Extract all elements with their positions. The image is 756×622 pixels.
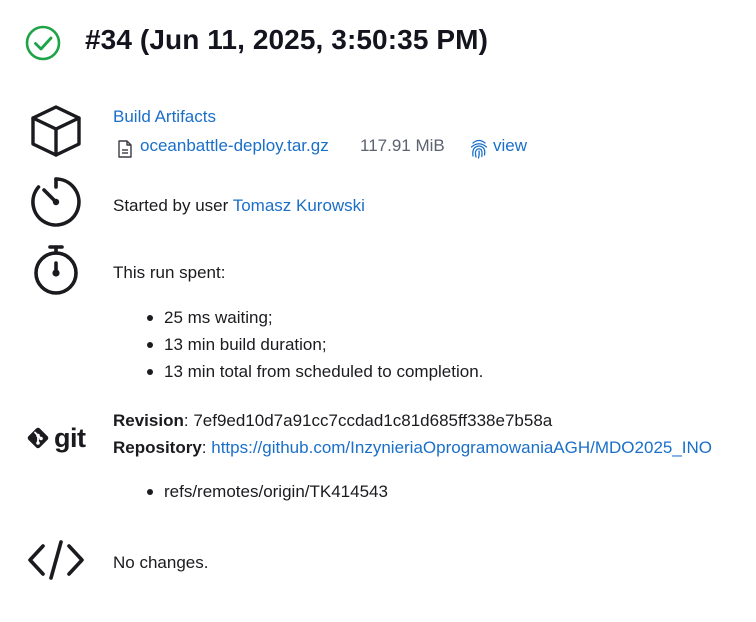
- revision-hash: 7ef9ed10d7a91cc7ccdad1c81d685ff338e7b58a: [193, 411, 553, 430]
- user-link[interactable]: Tomasz Kurowski: [233, 196, 365, 215]
- page-title: #34 (Jun 11, 2025, 3:50:35 PM): [85, 24, 488, 55]
- timing-list: 25 ms waiting; 13 min build duration; 13…: [147, 304, 483, 385]
- cube-icon: [28, 103, 84, 159]
- list-item: 25 ms waiting;: [147, 304, 483, 331]
- list-item: 13 min build duration;: [147, 331, 483, 358]
- branch-list: refs/remotes/origin/TK414543: [147, 478, 388, 505]
- repository-link[interactable]: https://github.com/InzynieriaOprogramowa…: [211, 438, 712, 457]
- revision-line: Revision: 7ef9ed10d7a91cc7ccdad1c81d685f…: [113, 411, 553, 430]
- repository-label: Repository: [113, 438, 202, 457]
- list-item: refs/remotes/origin/TK414543: [147, 478, 388, 505]
- fingerprint-icon[interactable]: [469, 138, 489, 159]
- artifact-file-size: 117.91 MiB: [360, 136, 445, 155]
- success-check-icon: [24, 24, 62, 62]
- timer-icon: [28, 174, 84, 230]
- build-artifacts-link[interactable]: Build Artifacts: [113, 107, 216, 127]
- started-by-prefix: Started by user: [113, 196, 233, 215]
- git-logo-icon: git: [26, 423, 86, 453]
- git-logo-text: git: [54, 422, 86, 453]
- code-icon: [28, 534, 84, 590]
- stopwatch-icon: [28, 243, 84, 299]
- document-icon: [117, 139, 133, 159]
- list-item: 13 min total from scheduled to completio…: [147, 358, 483, 385]
- repository-line: Repository: https://github.com/Inzynieri…: [113, 438, 713, 457]
- view-artifact-link[interactable]: view: [493, 136, 527, 156]
- run-spent-intro: This run spent:: [113, 263, 226, 282]
- started-by-text: Started by user Tomasz Kurowski: [113, 196, 365, 216]
- no-changes-text: No changes.: [113, 553, 209, 572]
- revision-label: Revision: [113, 411, 184, 430]
- artifact-file-link[interactable]: oceanbattle-deploy.tar.gz: [140, 136, 329, 156]
